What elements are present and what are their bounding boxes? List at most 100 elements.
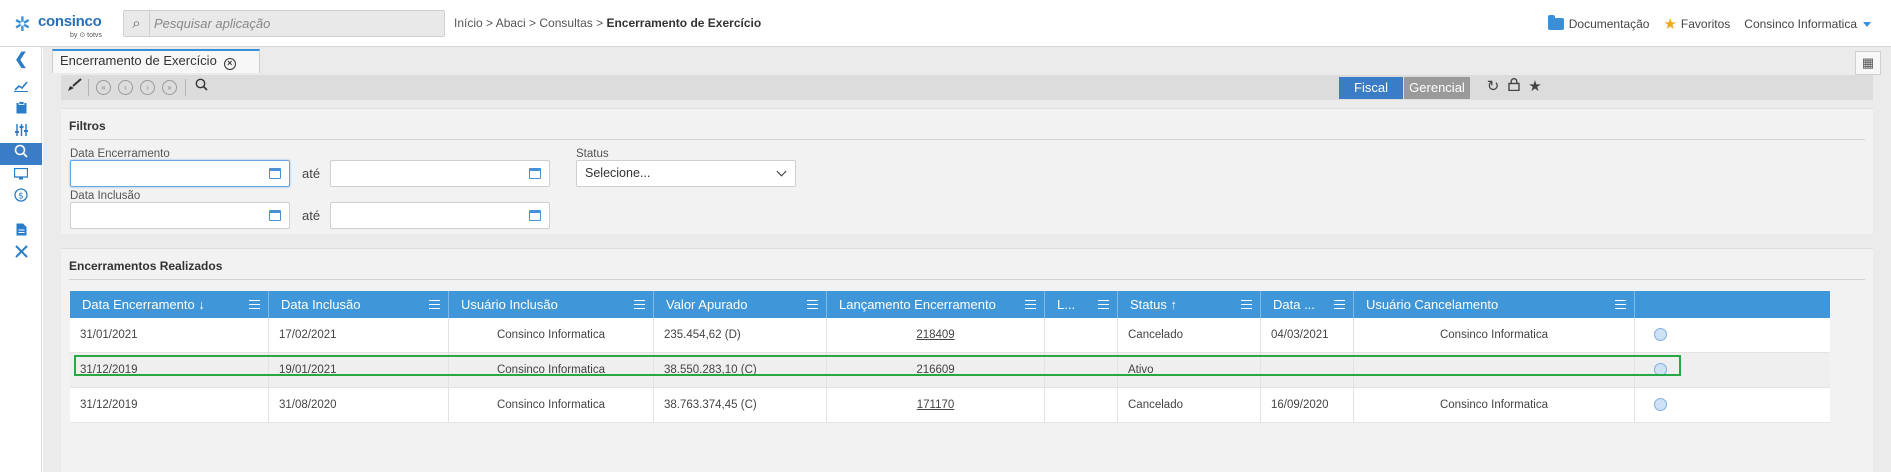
fiscal-toggle[interactable]: Fiscal	[1339, 77, 1403, 99]
close-tab-icon[interactable]: ×	[223, 58, 236, 70]
calendar-icon[interactable]	[269, 168, 281, 179]
star-icon: ★	[1663, 16, 1677, 33]
favorites-link[interactable]: ★ Favoritos	[1663, 15, 1730, 33]
calendar-icon[interactable]	[529, 210, 541, 221]
gerencial-toggle[interactable]: Gerencial	[1404, 77, 1470, 99]
data-encerramento-fim-field[interactable]	[330, 160, 550, 187]
search-icon[interactable]	[192, 78, 210, 96]
search-icon[interactable]: ⌕	[124, 11, 150, 36]
breadcrumb-path[interactable]: Início > Abaci > Consultas >	[454, 16, 606, 30]
col-header-data-inclusao[interactable]: Data Inclusão	[269, 291, 449, 318]
col-header-data-encerramento[interactable]: Data Encerramento ↓	[70, 291, 269, 318]
cell-l	[1045, 353, 1118, 388]
column-menu-icon[interactable]	[1615, 300, 1626, 309]
logo-subtitle: by ⊙ totvs	[70, 32, 102, 39]
row-detail-icon[interactable]	[1653, 398, 1667, 412]
status-label: Status	[576, 148, 609, 160]
folder-icon	[1547, 15, 1564, 30]
refresh-icon[interactable]: ↻	[1484, 78, 1502, 96]
data-inclusao-label: Data Inclusão	[70, 190, 141, 202]
user-menu[interactable]: Consinco Informatica	[1744, 17, 1871, 31]
svg-text:$: $	[18, 192, 24, 202]
last-page-icon[interactable]: »	[162, 80, 177, 95]
col-header-usuario-cancelamento[interactable]: Usuário Cancelamento	[1354, 291, 1635, 318]
col-header-status[interactable]: Status ↑	[1118, 291, 1261, 318]
lock-icon[interactable]	[1505, 78, 1523, 96]
search-input[interactable]	[154, 13, 439, 34]
data-encerramento-inicio-field[interactable]	[70, 160, 290, 187]
search-money-icon[interactable]	[0, 143, 42, 165]
column-menu-icon[interactable]	[1241, 300, 1252, 309]
ate-label-2: até	[302, 208, 321, 223]
row-detail-icon[interactable]	[1653, 328, 1667, 342]
first-page-icon[interactable]: «	[96, 80, 111, 95]
cell-lancamento-link[interactable]: 216609	[827, 353, 1045, 388]
consinco-logo-icon: ✲	[14, 14, 31, 36]
table-row[interactable]: 31/01/2021 17/02/2021 Consinco Informati…	[70, 318, 1830, 353]
cell-data-cancelamento	[1261, 353, 1354, 388]
column-menu-icon[interactable]	[634, 300, 645, 309]
previous-page-icon[interactable]: ‹	[118, 80, 133, 95]
cell-action	[1635, 353, 1685, 388]
row-detail-icon[interactable]	[1653, 363, 1667, 377]
cell-l	[1045, 318, 1118, 353]
column-menu-icon[interactable]	[1025, 300, 1036, 309]
tab-label: Encerramento de Exercício	[60, 53, 217, 68]
cell-usuario-inclusao: Consinco Informatica	[449, 318, 654, 353]
consinco-logo[interactable]: ✲ consinco by ⊙ totvs	[14, 10, 124, 40]
ate-label: até	[302, 166, 321, 181]
cell-usuario-cancelamento	[1354, 353, 1635, 388]
column-menu-icon[interactable]	[249, 300, 260, 309]
cell-valor-apurado: 235.454,62 (D)	[654, 318, 827, 353]
cell-usuario-inclusao: Consinco Informatica	[449, 353, 654, 388]
brush-icon[interactable]	[65, 78, 83, 96]
chart-line-icon[interactable]	[0, 77, 42, 99]
tools-icon[interactable]	[0, 243, 42, 265]
column-menu-icon[interactable]	[1098, 300, 1109, 309]
data-encerramento-label: Data Encerramento	[70, 148, 170, 160]
collapse-sidebar-icon[interactable]: ❮	[0, 49, 42, 71]
document-icon[interactable]	[0, 221, 42, 243]
cell-status: Cancelado	[1118, 388, 1261, 423]
col-header-l[interactable]: L...	[1045, 291, 1118, 318]
results-panel: Encerramentos Realizados Data Encerramen…	[61, 248, 1873, 472]
col-header-lancamento-encerramento[interactable]: Lançamento Encerramento	[827, 291, 1045, 318]
column-menu-icon[interactable]	[1334, 300, 1345, 309]
cell-usuario-inclusao: Consinco Informatica	[449, 388, 654, 423]
clipboard-icon[interactable]	[0, 99, 42, 121]
calendar-icon[interactable]	[529, 168, 541, 179]
status-select[interactable]: Selecione...	[576, 160, 796, 187]
col-header-valor-apurado[interactable]: Valor Apurado	[654, 291, 827, 318]
favorite-star-icon[interactable]: ★	[1526, 78, 1544, 96]
next-page-icon[interactable]: ›	[140, 80, 155, 95]
cell-l	[1045, 388, 1118, 423]
grid-header: Data Encerramento ↓ Data Inclusão Usuári…	[70, 291, 1830, 318]
col-header-data-cancelamento[interactable]: Data ...	[1261, 291, 1354, 318]
export-grid-icon[interactable]: ▦	[1855, 51, 1881, 75]
cell-lancamento-link[interactable]: 171170	[827, 388, 1045, 423]
filters-title: Filtros	[69, 119, 106, 133]
sliders-icon[interactable]	[0, 121, 42, 143]
cell-status: Cancelado	[1118, 318, 1261, 353]
top-right-menu: Documentação ★ Favoritos Consinco Inform…	[1534, 15, 1871, 33]
cell-data-encerramento: 31/01/2021	[70, 318, 269, 353]
cell-data-inclusao: 19/01/2021	[269, 353, 449, 388]
dollar-icon[interactable]: $	[0, 187, 42, 209]
breadcrumb: Início > Abaci > Consultas > Encerrament…	[454, 16, 761, 30]
cell-lancamento-link[interactable]: 218409	[827, 318, 1045, 353]
data-inclusao-inicio-field[interactable]	[70, 202, 290, 229]
documentation-link[interactable]: Documentação	[1547, 15, 1649, 31]
col-header-usuario-inclusao[interactable]: Usuário Inclusão	[449, 291, 654, 318]
calendar-icon[interactable]	[269, 210, 281, 221]
monitor-icon[interactable]	[0, 165, 42, 187]
cell-valor-apurado: 38.550.283,10 (C)	[654, 353, 827, 388]
column-menu-icon[interactable]	[429, 300, 440, 309]
results-title: Encerramentos Realizados	[69, 259, 223, 273]
breadcrumb-current: Encerramento de Exercício	[606, 16, 762, 30]
logo-text: consinco	[38, 13, 102, 30]
data-inclusao-fim-field[interactable]	[330, 202, 550, 229]
tab-encerramento-exercicio[interactable]: Encerramento de Exercício ×	[52, 49, 260, 73]
table-row[interactable]: 31/12/2019 19/01/2021 Consinco Informati…	[70, 353, 1830, 388]
column-menu-icon[interactable]	[807, 300, 818, 309]
table-row[interactable]: 31/12/2019 31/08/2020 Consinco Informati…	[70, 388, 1830, 423]
